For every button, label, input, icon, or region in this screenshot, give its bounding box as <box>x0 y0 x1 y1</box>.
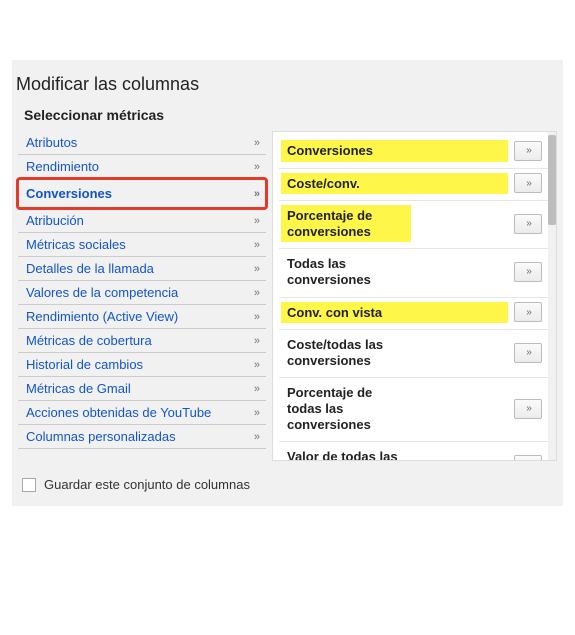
category-label: Columnas personalizadas <box>26 429 176 444</box>
category-label: Métricas de cobertura <box>26 333 152 348</box>
category-label: Acciones obtenidas de YouTube <box>26 405 211 420</box>
metric-row-porcentaje-conv: Porcentaje de conversiones » <box>279 201 552 249</box>
metric-list: Conversiones » Coste/conv. » Porcentaje … <box>272 131 557 461</box>
metric-row-conv-con-vista: Conv. con vista » <box>279 298 552 331</box>
metric-label: Valor de todas las conversiones <box>281 446 411 461</box>
chevron-right-icon: » <box>526 347 530 358</box>
chevron-right-icon: » <box>526 218 530 229</box>
category-rendimiento-active-view[interactable]: Rendimiento (Active View) » <box>18 305 266 329</box>
category-metricas-cobertura[interactable]: Métricas de cobertura » <box>18 329 266 353</box>
section-subtitle: Seleccionar métricas <box>12 101 563 131</box>
category-columnas-personalizadas[interactable]: Columnas personalizadas » <box>18 425 266 449</box>
metric-label: Porcentaje de todas las conversiones <box>281 382 411 435</box>
save-columns-checkbox[interactable] <box>22 478 36 492</box>
chevron-right-icon: » <box>254 239 258 251</box>
chevron-right-icon: » <box>254 215 258 227</box>
category-conversiones[interactable]: Conversiones » <box>18 179 266 209</box>
metric-label: Coste/conv. <box>281 173 508 195</box>
category-detalles-llamada[interactable]: Detalles de la llamada » <box>18 257 266 281</box>
category-label: Métricas sociales <box>26 237 126 252</box>
chevron-right-icon: » <box>526 145 530 156</box>
chevron-right-icon: » <box>526 266 530 277</box>
metric-label: Porcentaje de conversiones <box>281 205 411 242</box>
category-atributos[interactable]: Atributos » <box>18 131 266 155</box>
category-label: Conversiones <box>26 186 112 201</box>
category-label: Métricas de Gmail <box>26 381 131 396</box>
category-label: Atributos <box>26 135 77 150</box>
metric-row-coste-conv: Coste/conv. » <box>279 169 552 202</box>
chevron-right-icon: » <box>254 161 258 173</box>
category-label: Rendimiento <box>26 159 99 174</box>
category-label: Detalles de la llamada <box>26 261 154 276</box>
category-label: Rendimiento (Active View) <box>26 309 178 324</box>
add-metric-button[interactable]: » <box>514 141 542 161</box>
chevron-right-icon: » <box>254 431 258 443</box>
scrollbar-thumb[interactable] <box>548 135 556 225</box>
category-list: Atributos » Rendimiento » Conversiones »… <box>18 131 266 449</box>
add-metric-button[interactable]: » <box>514 214 542 234</box>
scrollbar-track[interactable] <box>548 132 556 460</box>
chevron-right-icon: » <box>254 383 258 395</box>
category-rendimiento[interactable]: Rendimiento » <box>18 155 266 179</box>
add-metric-button[interactable]: » <box>514 399 542 419</box>
chevron-right-icon: » <box>254 188 258 200</box>
metric-row-valor-todas-conv: Valor de todas las conversiones » <box>279 442 552 461</box>
metric-row-conversiones: Conversiones » <box>279 136 552 169</box>
category-label: Historial de cambios <box>26 357 143 372</box>
category-valores-competencia[interactable]: Valores de la competencia » <box>18 281 266 305</box>
chevron-right-icon: » <box>254 287 258 299</box>
chevron-right-icon: » <box>254 335 258 347</box>
metric-label: Conversiones <box>281 140 508 162</box>
chevron-right-icon: » <box>254 407 258 419</box>
add-metric-button[interactable]: » <box>514 262 542 282</box>
chevron-right-icon: » <box>526 178 530 189</box>
metric-row-todas-conv: Todas las conversiones » <box>279 249 552 297</box>
category-label: Valores de la competencia <box>26 285 178 300</box>
category-acciones-youtube[interactable]: Acciones obtenidas de YouTube » <box>18 401 266 425</box>
add-metric-button[interactable]: » <box>514 343 542 363</box>
add-metric-button[interactable]: » <box>514 173 542 193</box>
category-metricas-sociales[interactable]: Métricas sociales » <box>18 233 266 257</box>
metric-label: Todas las conversiones <box>281 253 411 290</box>
page-title: Modificar las columnas <box>12 60 563 101</box>
category-historial-cambios[interactable]: Historial de cambios » <box>18 353 266 377</box>
metric-row-coste-todas-conv: Coste/todas las conversiones » <box>279 330 552 378</box>
category-atribucion[interactable]: Atribución » <box>18 209 266 233</box>
category-label: Atribución <box>26 213 84 228</box>
metric-label: Conv. con vista <box>281 302 508 324</box>
add-metric-button[interactable]: » <box>514 455 542 461</box>
chevron-right-icon: » <box>254 311 258 323</box>
metric-label: Coste/todas las conversiones <box>281 334 411 371</box>
save-columns-row: Guardar este conjunto de columnas <box>12 461 563 492</box>
chevron-right-icon: » <box>254 359 258 371</box>
chevron-right-icon: » <box>254 263 258 275</box>
add-metric-button[interactable]: » <box>514 302 542 322</box>
chevron-right-icon: » <box>526 459 530 461</box>
modify-columns-panel: Modificar las columnas Seleccionar métri… <box>12 60 563 506</box>
save-columns-label: Guardar este conjunto de columnas <box>44 477 250 492</box>
chevron-right-icon: » <box>526 307 530 318</box>
category-metricas-gmail[interactable]: Métricas de Gmail » <box>18 377 266 401</box>
chevron-right-icon: » <box>254 137 258 149</box>
chevron-right-icon: » <box>526 403 530 414</box>
metric-row-porcentaje-todas-conv: Porcentaje de todas las conversiones » <box>279 378 552 442</box>
